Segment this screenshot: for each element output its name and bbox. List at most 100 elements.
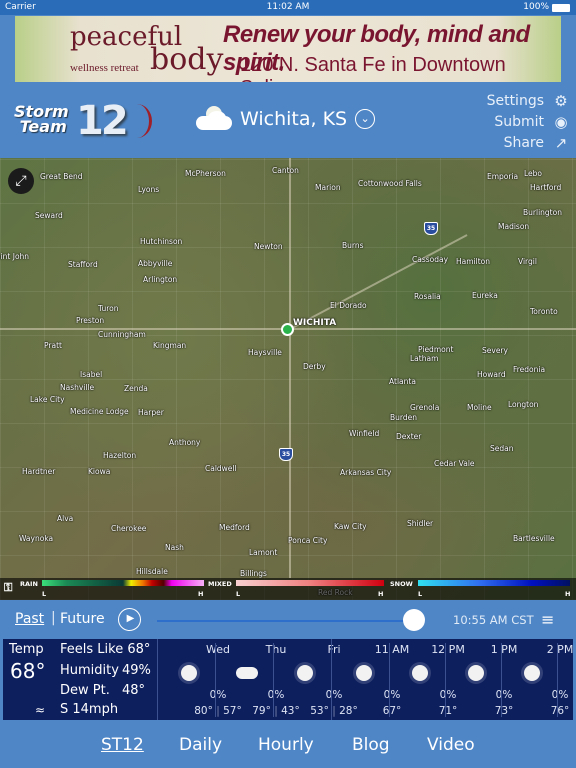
wind-icon: ≈ — [35, 703, 46, 717]
conditions-panel: Temp 68° Feels Like 68° Humidity 49% Dew… — [3, 639, 573, 720]
town-label: Zenda — [124, 384, 148, 393]
daily-forecast[interactable]: Fri 0% 53° | 28° — [276, 639, 358, 720]
town-label: Dexter — [396, 432, 422, 441]
town-label: Burns — [342, 241, 364, 250]
ad-banner[interactable]: peaceful body wellness retreat Renew you… — [15, 16, 561, 82]
town-label: Burlington — [523, 208, 562, 217]
legend-high: H — [198, 590, 204, 598]
town-label: Virgil — [518, 257, 537, 266]
key-icon: ⚿ — [4, 581, 13, 594]
town-label: WICHITA — [293, 318, 337, 328]
temp-value: 68° — [10, 659, 46, 683]
town-label: Eureka — [472, 291, 498, 300]
town-label: Longton — [508, 400, 539, 409]
location-pin[interactable] — [281, 323, 294, 336]
storm-team-12-logo[interactable]: Storm Team 12 — [14, 98, 152, 144]
hourly-forecast[interactable]: 2 PM 0% 76° — [504, 639, 573, 720]
fullscreen-button[interactable]: ⤢ — [8, 168, 34, 194]
hour-label: 2 PM — [546, 643, 574, 656]
high-temp: 53° — [310, 705, 329, 717]
town-label: Cottonwood Falls — [358, 179, 422, 188]
location-selector[interactable]: Wichita, KS ⌄ — [196, 106, 376, 132]
town-label: Lebo — [524, 169, 543, 178]
town-label: Medford — [219, 523, 250, 532]
town-label: Lamont — [249, 548, 278, 557]
town-label: Hazelton — [103, 451, 137, 460]
town-label: Stafford — [68, 260, 98, 269]
sunny-icon — [524, 665, 540, 681]
town-label: Haysville — [248, 348, 282, 357]
town-label: Shidler — [407, 519, 434, 528]
town-label: Hamilton — [456, 257, 490, 266]
daily-forecast[interactable]: Wed 0% 80° | 57° — [160, 639, 242, 720]
play-button[interactable]: ▶ — [118, 608, 141, 631]
town-label: Lyons — [138, 185, 160, 194]
hourly-forecast[interactable]: 1 PM 0% 73° — [448, 639, 517, 720]
timeline-slider[interactable] — [157, 620, 425, 622]
town-label: Ponca City — [288, 536, 328, 545]
town-label: Hartford — [530, 183, 562, 192]
town-label: Caldwell — [205, 464, 237, 473]
town-label: Piedmont — [418, 345, 454, 354]
hourly-forecast[interactable]: 11 AM 0% 67° — [336, 639, 409, 720]
chevron-down-icon: ⌄ — [355, 109, 376, 129]
town-label: Bartlesville — [513, 534, 555, 543]
town-label: Arlington — [143, 275, 178, 284]
sunny-icon — [181, 665, 197, 681]
town-label: Toronto — [530, 307, 558, 316]
camera-icon: ◉ — [554, 112, 568, 131]
settings-button[interactable]: Settings ⚙ — [487, 90, 569, 111]
partly-cloudy-icon — [236, 667, 258, 679]
temp-label: Temp — [9, 642, 44, 657]
nav-blog[interactable]: Blog — [352, 735, 390, 755]
town-label: Pratt — [44, 341, 62, 350]
town-label: Great Bend — [40, 172, 83, 181]
legend-mixed: MIXED — [208, 580, 232, 588]
future-toggle[interactable]: Future — [60, 611, 105, 627]
town-label: Medicine Lodge — [70, 407, 129, 416]
past-toggle[interactable]: Past — [15, 611, 44, 627]
submit-button[interactable]: Submit ◉ — [487, 111, 569, 132]
town-label: Moline — [467, 403, 492, 412]
town-label: Grenola — [410, 403, 440, 412]
precip-chance: 0% — [551, 689, 569, 701]
daily-forecast[interactable]: Thu 0% 79° | 43° — [218, 639, 300, 720]
town-label: Alva — [57, 514, 74, 523]
town-label: Nash — [165, 543, 184, 552]
app-header: Storm Team 12 Wichita, KS ⌄ Settings ⚙ Sub… — [0, 83, 576, 158]
nav-daily[interactable]: Daily — [179, 735, 222, 755]
town-label: Derby — [303, 362, 326, 371]
town-label: McPherson — [185, 169, 226, 178]
town-label: Latham — [410, 354, 439, 363]
town-label: Seward — [35, 211, 63, 220]
ad-brand-sub: wellness retreat — [70, 62, 139, 74]
radar-map[interactable]: Great Bend McPherson Canton Marion Cottonwoo… — [0, 158, 576, 600]
town-label: Abbyville — [138, 259, 173, 268]
town-label: Hardtner — [22, 467, 56, 476]
ad-address: 120 N. Santa Fe in Downtown Salina — [240, 54, 506, 82]
legend-snow: SNOW — [390, 580, 413, 588]
nav-video[interactable]: Video — [427, 735, 475, 755]
layers-icon[interactable]: ≡ — [541, 610, 554, 629]
nav-hourly[interactable]: Hourly — [258, 735, 314, 755]
battery-percent: 100% — [523, 2, 549, 12]
town-label: aint John — [0, 252, 30, 261]
slider-thumb[interactable] — [403, 609, 426, 631]
carrier: Carrier — [5, 2, 36, 12]
town-label: Marion — [315, 183, 341, 192]
hourly-forecast[interactable]: 12 PM 0% 71° — [392, 639, 465, 720]
separator: | — [51, 610, 56, 626]
town-label: Sedan — [490, 444, 514, 453]
dew-value: 48° — [122, 683, 146, 698]
sunny-icon — [356, 665, 372, 681]
town-label: Cherokee — [111, 524, 147, 533]
share-button[interactable]: Share ↗ — [487, 132, 569, 153]
interstate-shield: 35 — [279, 448, 293, 461]
nav-st12[interactable]: ST12 — [101, 735, 144, 755]
legend-high: H — [378, 590, 384, 598]
town-label: Arkansas City — [340, 468, 392, 477]
legend-rain: RAIN — [20, 580, 38, 588]
town-label: Nashville — [60, 383, 95, 392]
town-label: Madison — [498, 222, 530, 231]
precip-legend: ⚿ RAIN L H MIXED L H SNOW L H — [0, 578, 576, 600]
